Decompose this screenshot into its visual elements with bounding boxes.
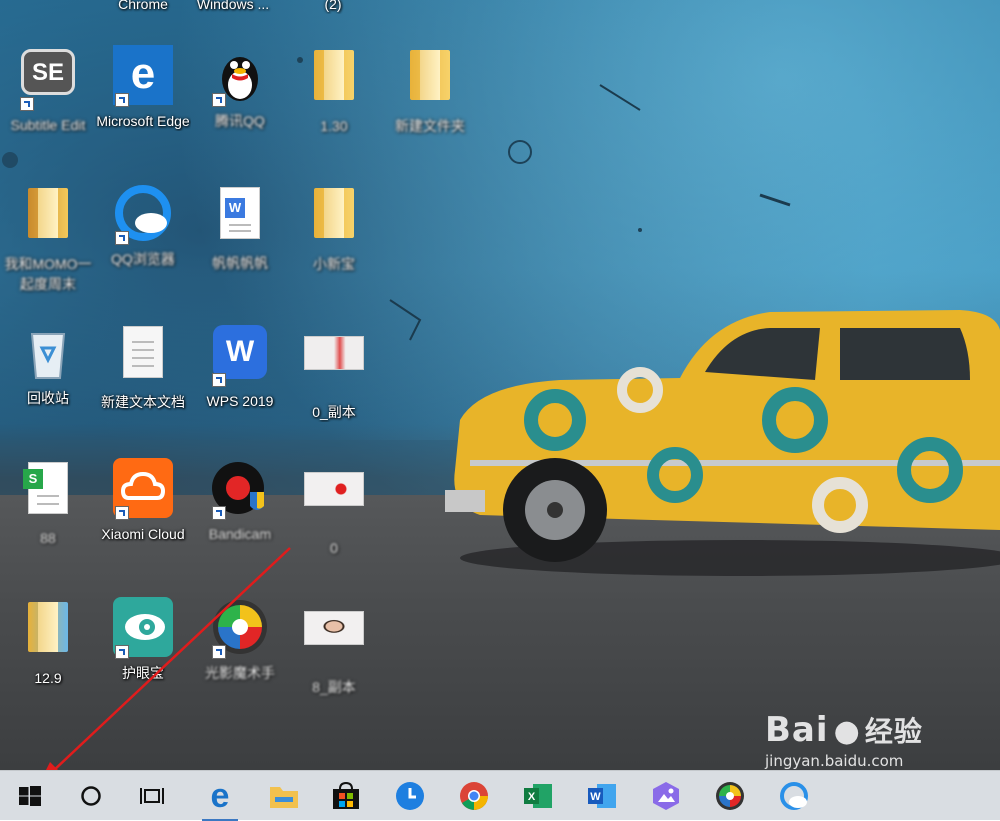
taskbar-chrome[interactable] xyxy=(446,771,502,821)
task-view-icon xyxy=(140,788,164,804)
taskbar-edge[interactable]: e xyxy=(192,771,248,821)
baidu-paw-icon: ● xyxy=(833,714,860,749)
desktop-icon-image-0[interactable]: 0 xyxy=(286,458,382,558)
shortcut-arrow-icon xyxy=(20,97,34,111)
shortcut-arrow-icon xyxy=(115,506,129,520)
partial-label-copy[interactable]: (2) xyxy=(285,0,381,14)
desktop-icon-image-8-copy[interactable]: 8_副本 xyxy=(286,597,382,697)
desktop-icon-qq-browser[interactable]: QQ浏览器 xyxy=(95,183,191,269)
desktop-icon-recycle-bin[interactable]: 回收站 xyxy=(0,322,96,408)
desktop-icon-folder-12-9[interactable]: 12.9 xyxy=(0,597,96,688)
shortcut-arrow-icon xyxy=(115,231,129,245)
taskbar-photos[interactable] xyxy=(638,771,694,821)
spreadsheet-icon: S xyxy=(18,462,78,522)
desktop-icon-image-0-copy[interactable]: 0_副本 xyxy=(286,322,382,422)
image-thumbnail-icon xyxy=(304,336,364,396)
shortcut-arrow-icon xyxy=(212,506,226,520)
desktop-icon-bandicam[interactable]: Bandicam xyxy=(192,458,288,544)
aperture-icon xyxy=(210,597,270,659)
partial-label-chrome[interactable]: Chrome xyxy=(95,0,191,14)
qq-browser-icon xyxy=(113,183,173,245)
shortcut-arrow-icon xyxy=(212,373,226,387)
xiaomi-cloud-icon xyxy=(113,458,173,520)
recycle-bin-icon xyxy=(18,322,78,382)
chrome-icon xyxy=(460,782,488,810)
desktop-icon-xiaomi-cloud[interactable]: Xiaomi Cloud xyxy=(95,458,191,544)
shortcut-arrow-icon xyxy=(212,93,226,107)
taskbar: e X W xyxy=(0,770,1000,821)
taskbar-clock-app[interactable] xyxy=(382,771,438,821)
eye-icon xyxy=(113,597,173,659)
taskbar-file-explorer[interactable] xyxy=(256,771,312,821)
word-icon: W xyxy=(588,784,616,808)
photos-icon xyxy=(653,782,679,810)
shortcut-arrow-icon xyxy=(115,93,129,107)
desktop-icon-edge[interactable]: e Microsoft Edge xyxy=(95,45,191,131)
taskbar-excel[interactable]: X xyxy=(510,771,566,821)
excel-icon: X xyxy=(524,784,552,808)
aperture-icon xyxy=(716,782,744,810)
shortcut-arrow-icon xyxy=(212,645,226,659)
desktop-icon-new-text-doc[interactable]: 新建文本文档 xyxy=(95,322,191,412)
shortcut-arrow-icon xyxy=(115,645,129,659)
bandicam-icon xyxy=(210,458,270,520)
desktop-icon-wps-document[interactable]: W 帆帆帆帆 xyxy=(192,183,288,273)
windows-logo-icon xyxy=(19,786,41,806)
taskbar-aperture-app[interactable] xyxy=(702,771,758,821)
baidu-jingyan-watermark: Bai ● 经验 jingyan.baidu.com xyxy=(765,710,923,770)
svg-text:W: W xyxy=(590,791,601,803)
folder-icon xyxy=(304,50,364,110)
edge-icon: e xyxy=(210,777,230,815)
taskbar-cloud-app[interactable] xyxy=(766,771,822,821)
desktop-icon-spreadsheet-88[interactable]: S 88 xyxy=(0,458,96,548)
desktop-icon-photo-folder[interactable]: 我和MOMO一起度周末 xyxy=(0,183,96,294)
store-bag-icon xyxy=(333,782,359,809)
cortana-circle-icon xyxy=(81,786,101,806)
desktop-icon-new-folder[interactable]: 新建文件夹 xyxy=(382,45,478,136)
taskbar-word[interactable]: W xyxy=(574,771,630,821)
task-view-button[interactable] xyxy=(124,771,180,821)
cortana-search-button[interactable] xyxy=(63,771,119,821)
qq-penguin-icon xyxy=(210,45,270,107)
desktop-icon-folder-xiaoxin[interactable]: 小新宝 xyxy=(286,183,382,274)
wps-icon: W xyxy=(210,325,270,387)
desktop-icon-aperture-app[interactable]: 光影魔术手 xyxy=(192,597,288,683)
folder-icon xyxy=(400,50,460,110)
image-thumbnail-icon xyxy=(304,472,364,532)
cloud-icon xyxy=(780,782,808,810)
taskbar-store[interactable] xyxy=(318,771,374,821)
svg-text:X: X xyxy=(528,791,536,803)
desktop-icon-wps-2019[interactable]: W WPS 2019 xyxy=(192,322,288,411)
text-document-icon xyxy=(113,326,173,386)
clock-icon xyxy=(396,782,424,810)
start-button[interactable] xyxy=(2,771,58,821)
wps-document-icon: W xyxy=(210,187,270,247)
folder-icon xyxy=(270,787,298,808)
desktop-icon-eye-protection[interactable]: 护眼宝 xyxy=(95,597,191,683)
desktop-icon-subtitle-edit[interactable]: SE Subtitle Edit xyxy=(0,45,96,135)
folder-photo-icon xyxy=(18,188,78,248)
folder-icon xyxy=(304,188,364,248)
edge-icon: e xyxy=(113,45,173,107)
desktop-icon-qq[interactable]: 腾讯QQ xyxy=(192,45,288,131)
folder-icon xyxy=(18,602,78,662)
subtitle-edit-icon: SE xyxy=(18,49,78,111)
image-thumbnail-icon xyxy=(304,611,364,671)
yellow-car-image xyxy=(445,310,1000,576)
desktop-icon-folder-1-30[interactable]: 1.30 xyxy=(286,45,382,136)
partial-label-windows[interactable]: Windows ... xyxy=(185,0,281,14)
